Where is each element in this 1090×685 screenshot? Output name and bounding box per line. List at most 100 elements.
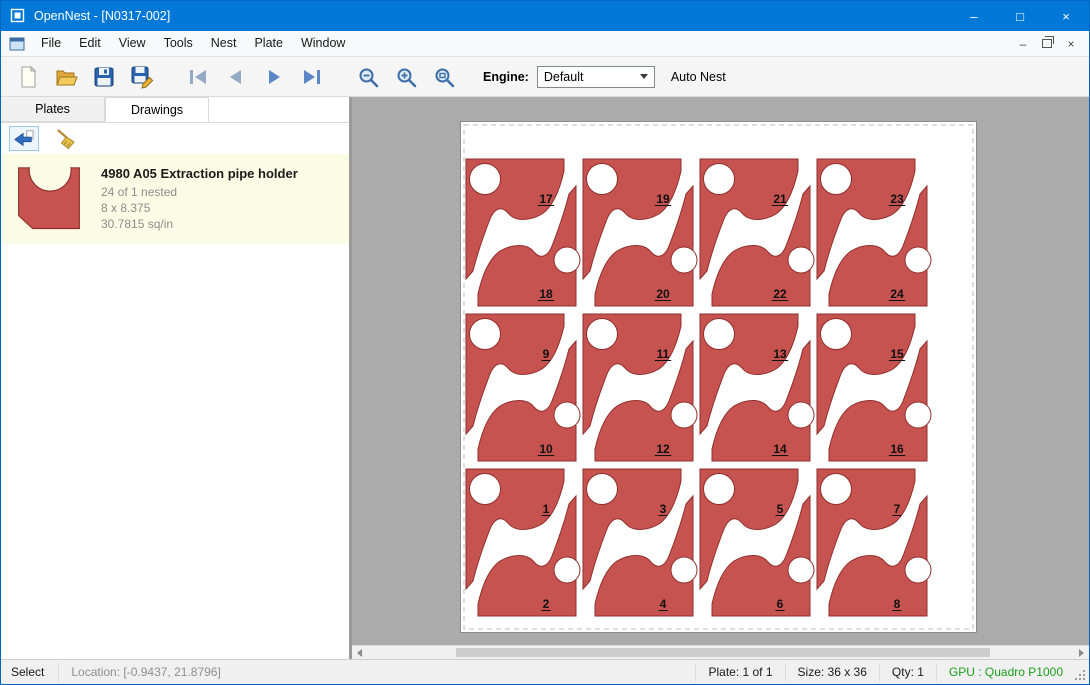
part-number-label: 16: [890, 442, 904, 456]
resize-grip[interactable]: [1073, 668, 1089, 684]
part-pair-17-18[interactable]: 1718: [466, 159, 580, 306]
go-next-button[interactable]: [255, 60, 293, 94]
close-icon: ×: [1062, 9, 1070, 24]
clean-button[interactable]: [51, 126, 81, 151]
save-button[interactable]: [85, 60, 123, 94]
statusbar: Select Location: [-0.9437, 21.8796] Plat…: [1, 659, 1089, 684]
scrollbar-thumb[interactable]: [456, 648, 990, 657]
part-number-label: 17: [539, 192, 553, 206]
menu-item-edit[interactable]: Edit: [70, 31, 110, 56]
engine-label: Engine:: [483, 70, 529, 84]
part-pair-5-6[interactable]: 56: [700, 469, 814, 616]
status-qty: Qty: 1: [880, 665, 936, 679]
menubar: File Edit View Tools Nest Plate Window –…: [1, 31, 1089, 57]
part-notch-hole: [821, 474, 852, 505]
part-pair-19-20[interactable]: 1920: [583, 159, 697, 306]
part-number-label: 13: [773, 347, 787, 361]
return-part-button[interactable]: [9, 126, 39, 151]
part-number-label: 8: [894, 597, 901, 611]
panel-toolbar: [1, 123, 349, 154]
part-notch-hole: [905, 557, 931, 583]
broom-icon: [54, 127, 78, 151]
part-notch-hole: [905, 402, 931, 428]
part-number-label: 4: [660, 597, 667, 611]
zoom-in-button[interactable]: [387, 60, 425, 94]
part-number-label: 23: [890, 192, 904, 206]
part-pair-15-16[interactable]: 1516: [817, 314, 931, 461]
part-notch-hole: [554, 557, 580, 583]
part-number-label: 18: [539, 287, 553, 301]
titlebar[interactable]: OpenNest - [N0317-002] – □ ×: [1, 1, 1089, 31]
drawing-item-text: 4980 A05 Extraction pipe holder 24 of 1 …: [101, 166, 349, 232]
go-previous-button[interactable]: [217, 60, 255, 94]
maximize-button[interactable]: □: [997, 1, 1043, 31]
part-notch-hole: [587, 474, 618, 505]
part-pair-23-24[interactable]: 2324: [817, 159, 931, 306]
part-pair-11-12[interactable]: 1112: [583, 314, 697, 461]
mdi-minimize-button[interactable]: –: [1013, 35, 1033, 53]
part-notch-hole: [671, 402, 697, 428]
nesting-canvas[interactable]: 171819202122232491011121314151612345678: [352, 97, 1089, 659]
part-number-label: 11: [657, 347, 670, 361]
mdi-close-button[interactable]: ×: [1061, 35, 1081, 53]
part-notch-hole: [470, 474, 501, 505]
engine-selected-value: Default: [544, 70, 584, 84]
zoom-fit-button[interactable]: [425, 60, 463, 94]
go-last-button[interactable]: [293, 60, 331, 94]
part-number-label: 2: [543, 597, 550, 611]
part-number-label: 9: [543, 347, 550, 361]
drawing-list-item[interactable]: 4980 A05 Extraction pipe holder 24 of 1 …: [1, 154, 349, 244]
mdi-minimize-icon: –: [1020, 37, 1027, 51]
tab-plates[interactable]: Plates: [1, 97, 105, 122]
part-notch-hole: [554, 247, 580, 273]
part-notch-hole: [554, 402, 580, 428]
part-number-label: 19: [656, 192, 670, 206]
plate[interactable]: 171819202122232491011121314151612345678: [460, 121, 977, 633]
status-location: Location: [-0.9437, 21.8796]: [59, 665, 232, 679]
new-button[interactable]: [9, 60, 47, 94]
part-pair-13-14[interactable]: 13 14: [700, 314, 814, 461]
engine-select[interactable]: Default: [537, 66, 655, 88]
part-pair-9-10[interactable]: 9 10: [466, 314, 580, 461]
menu-item-view[interactable]: View: [110, 31, 155, 56]
mdi-window-controls: – ×: [1013, 35, 1089, 53]
save-edit-icon: [130, 65, 154, 89]
mdi-restore-button[interactable]: [1037, 35, 1057, 53]
part-pair-21-22[interactable]: 2122: [700, 159, 814, 306]
open-button[interactable]: [47, 60, 85, 94]
return-arrow-icon: [13, 129, 35, 149]
part-number-label: 1: [543, 502, 550, 516]
tab-drawings[interactable]: Drawings: [105, 97, 209, 122]
go-first-icon: [185, 65, 211, 89]
part-number-label: 21: [773, 192, 787, 206]
part-notch-hole: [587, 319, 618, 350]
part-thumbnail-wrap: [13, 162, 85, 237]
app-icon: [10, 8, 26, 24]
part-notch-hole: [788, 402, 814, 428]
menu-item-tools[interactable]: Tools: [155, 31, 202, 56]
mdi-document-icon: [9, 36, 25, 52]
part-pair-1-2[interactable]: 12: [466, 469, 580, 616]
menu-item-plate[interactable]: Plate: [245, 31, 292, 56]
part-number-label: 10: [539, 442, 553, 456]
go-first-button[interactable]: [179, 60, 217, 94]
part-thumbnail: [13, 162, 85, 232]
drawing-item-area: 30.7815 sq/in: [101, 216, 349, 232]
save-edit-button[interactable]: [123, 60, 161, 94]
close-button[interactable]: ×: [1043, 1, 1089, 31]
part-notch-hole: [470, 319, 501, 350]
open-folder-icon: [54, 65, 78, 89]
application-window: OpenNest - [N0317-002] – □ × File Edit V…: [0, 0, 1090, 685]
part-number-label: 14: [773, 442, 787, 456]
horizontal-scrollbar[interactable]: [352, 645, 1089, 659]
zoom-out-button[interactable]: [349, 60, 387, 94]
menu-item-window[interactable]: Window: [292, 31, 354, 56]
part-pair-3-4[interactable]: 34: [583, 469, 697, 616]
maximize-icon: □: [1016, 9, 1024, 24]
auto-nest-button[interactable]: Auto Nest: [671, 70, 726, 84]
menu-item-file[interactable]: File: [32, 31, 70, 56]
menu-item-nest[interactable]: Nest: [202, 31, 246, 56]
part-pair-7-8[interactable]: 78: [817, 469, 931, 616]
minimize-button[interactable]: –: [951, 1, 997, 31]
main-area: Plates Drawings: [1, 97, 1089, 659]
